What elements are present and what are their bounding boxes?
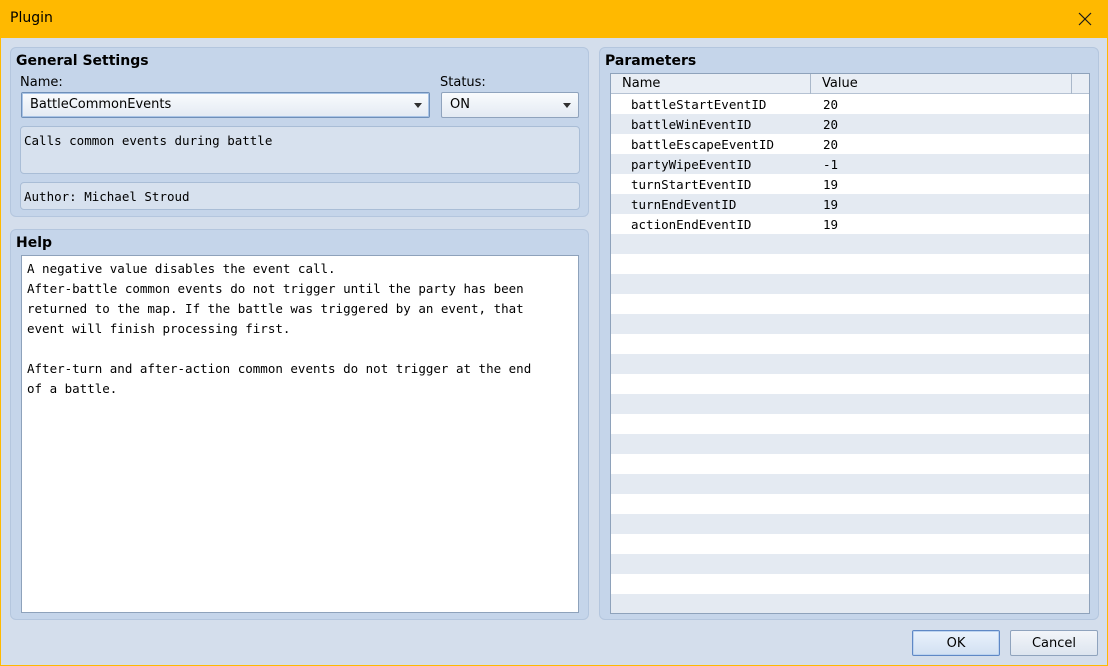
param-name-cell: turnStartEventID	[631, 177, 752, 192]
column-header-name[interactable]: Name	[611, 74, 811, 94]
table-row[interactable]	[611, 374, 1089, 394]
table-row[interactable]	[611, 474, 1089, 494]
table-row[interactable]	[611, 574, 1089, 594]
parameters-title: Parameters	[605, 53, 697, 69]
table-row[interactable]	[611, 254, 1089, 274]
table-row[interactable]	[611, 314, 1089, 334]
close-icon	[1078, 12, 1092, 26]
table-row[interactable]: battleStartEventID 20	[611, 94, 1089, 114]
table-row[interactable]	[611, 554, 1089, 574]
param-value-cell: 19	[823, 217, 839, 232]
table-body: battleStartEventID 20 battleWinEventID 20 ba…	[611, 94, 1089, 613]
column-header-value[interactable]: Value	[811, 74, 1072, 94]
close-button[interactable]	[1062, 0, 1108, 38]
window-title: Plugin	[10, 10, 53, 26]
chevron-down-icon	[563, 103, 571, 108]
name-dropdown-value: BattleCommonEvents	[30, 97, 172, 112]
param-value-cell: 20	[823, 137, 839, 152]
description-box: Calls common events during battle	[20, 126, 580, 174]
name-dropdown[interactable]: BattleCommonEvents	[21, 92, 430, 118]
param-value-cell: 20	[823, 117, 839, 132]
status-dropdown[interactable]: ON	[441, 92, 579, 118]
parameters-table[interactable]: Name Value battleStartEventID 20 battleWin…	[610, 73, 1090, 614]
table-row[interactable]	[611, 394, 1089, 414]
table-row[interactable]: partyWipeEventID -1	[611, 154, 1089, 174]
table-row[interactable]	[611, 274, 1089, 294]
table-row[interactable]	[611, 234, 1089, 254]
param-name-cell: battleWinEventID	[631, 117, 752, 132]
cancel-button[interactable]: Cancel	[1010, 630, 1098, 656]
table-row[interactable]	[611, 594, 1089, 613]
table-row[interactable]	[611, 414, 1089, 434]
table-row[interactable]	[611, 494, 1089, 514]
table-row[interactable]	[611, 534, 1089, 554]
table-header: Name Value	[611, 74, 1089, 94]
author-box: Author: Michael Stroud	[20, 182, 580, 210]
param-value-cell: 20	[823, 97, 839, 112]
param-value-cell: 19	[823, 197, 839, 212]
help-text-area[interactable]: A negative value disables the event call…	[21, 255, 579, 613]
plugin-dialog: Plugin General Settings Name: Status: Ba…	[0, 0, 1108, 666]
table-row[interactable]	[611, 294, 1089, 314]
help-title: Help	[16, 235, 53, 251]
table-row[interactable]: turnEndEventID 19	[611, 194, 1089, 214]
table-row[interactable]	[611, 354, 1089, 374]
table-row[interactable]	[611, 334, 1089, 354]
param-name-cell: battleEscapeEventID	[631, 137, 774, 152]
title-bar: Plugin	[0, 0, 1108, 38]
table-row[interactable]: battleEscapeEventID 20	[611, 134, 1089, 154]
status-dropdown-value: ON	[450, 97, 470, 112]
param-value-cell: 19	[823, 177, 839, 192]
param-name-cell: actionEndEventID	[631, 217, 752, 232]
parameters-panel: Parameters Name Value battleStartEventID…	[599, 47, 1099, 620]
param-value-cell: -1	[823, 157, 839, 172]
table-row[interactable]: turnStartEventID 19	[611, 174, 1089, 194]
general-settings-panel: General Settings Name: Status: BattleCom…	[10, 47, 589, 217]
table-row[interactable]: actionEndEventID 19	[611, 214, 1089, 234]
param-name-cell: battleStartEventID	[631, 97, 767, 112]
param-name-cell: partyWipeEventID	[631, 157, 752, 172]
dialog-body: General Settings Name: Status: BattleCom…	[1, 38, 1107, 665]
chevron-down-icon	[414, 103, 422, 108]
table-row[interactable]	[611, 514, 1089, 534]
table-row[interactable]	[611, 434, 1089, 454]
general-settings-title: General Settings	[16, 53, 149, 69]
table-row[interactable]: battleWinEventID 20	[611, 114, 1089, 134]
param-name-cell: turnEndEventID	[631, 197, 737, 212]
ok-button[interactable]: OK	[912, 630, 1000, 656]
description-text: Calls common events during battle	[24, 133, 273, 148]
help-panel: Help A negative value disables the event…	[10, 229, 589, 620]
status-label: Status:	[440, 75, 486, 90]
name-label: Name:	[20, 75, 63, 90]
author-text: Author: Michael Stroud	[24, 189, 190, 204]
table-row[interactable]	[611, 454, 1089, 474]
